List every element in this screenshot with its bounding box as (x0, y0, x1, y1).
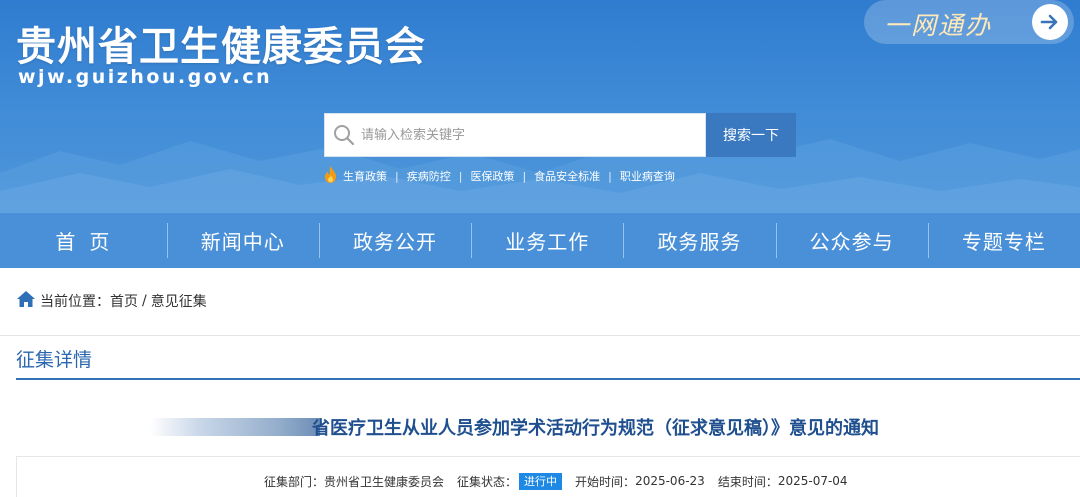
nav-item-news[interactable]: 新闻中心 (166, 213, 319, 268)
department-label: 征集部门： (264, 474, 325, 489)
site-domain: wjw.guizhou.gov.cn (18, 66, 273, 88)
start-time-label: 开始时间： (575, 474, 636, 489)
hot-word-link[interactable]: 生育政策 (343, 168, 387, 184)
breadcrumb: 当前位置： 首页 / 意见征集 (16, 290, 207, 312)
nav-item-business[interactable]: 业务工作 (471, 213, 623, 268)
hot-word-link[interactable]: 医保政策 (470, 168, 514, 184)
main-nav: 首页 新闻中心 政务公开 业务工作 政务服务 公众参与 专题专栏 (0, 213, 1080, 268)
breadcrumb-link-consultation[interactable]: 意见征集 (151, 291, 207, 311)
hot-word-link[interactable]: 疾病防控 (407, 168, 451, 184)
search-icon (333, 124, 355, 150)
hot-word-separator: | (395, 169, 399, 183)
article-title: 省医疗卫生从业人员参加学术活动行为规范（征求意见稿）》意见的通知 (312, 418, 879, 439)
hot-word-separator: | (522, 169, 527, 183)
start-time-value: 2025-06-23 (635, 474, 705, 488)
search-box (324, 113, 706, 157)
breadcrumb-link-home[interactable]: 首页 (110, 291, 138, 311)
hot-word-link[interactable]: 食品安全标准 (534, 168, 600, 184)
one-net-service-button[interactable]: 一网通办 (864, 0, 1074, 44)
nav-item-public-participation[interactable]: 公众参与 (775, 213, 928, 268)
one-net-service-label: 一网通办 (884, 11, 993, 40)
hot-word-link[interactable]: 职业病查询 (620, 168, 675, 184)
flame-icon (322, 165, 339, 188)
hot-word-separator: | (458, 169, 463, 183)
title-fade-overlay (150, 418, 320, 436)
search-button[interactable]: 搜索一下 (706, 113, 796, 157)
status-badge: 进行中 (519, 472, 563, 490)
search-input[interactable] (361, 114, 701, 156)
department-value: 贵州省卫生健康委员会 (324, 474, 445, 489)
nav-item-special-topics[interactable]: 专题专栏 (927, 213, 1080, 268)
nav-item-home[interactable]: 首页 (0, 213, 167, 268)
site-title[interactable]: 贵州省卫生健康委员会 (16, 14, 426, 72)
hot-word-separator: | (608, 169, 612, 183)
end-time-value: 2025-07-04 (777, 474, 848, 488)
divider (0, 335, 1080, 336)
breadcrumb-prefix: 当前位置： (40, 294, 110, 310)
status-label: 征集状态： (457, 474, 518, 489)
nav-item-government-affairs[interactable]: 政务公开 (318, 213, 471, 268)
end-time-label: 结束时间： (717, 474, 778, 489)
nav-item-services[interactable]: 政务服务 (623, 213, 775, 268)
section-underline (16, 378, 1080, 380)
home-icon (16, 289, 36, 313)
arrow-right-icon (1032, 4, 1068, 40)
breadcrumb-separator: / (142, 293, 147, 309)
section-title: 征集详情 (16, 349, 93, 371)
article-meta: 征集部门： 贵州省卫生健康委员会 征集状态： 进行中 开始时间： 2025-06… (264, 472, 848, 490)
hot-words: 生育政策 | 疾病防控 | 医保政策 | 食品安全标准 | 职业病查询 (322, 165, 675, 188)
